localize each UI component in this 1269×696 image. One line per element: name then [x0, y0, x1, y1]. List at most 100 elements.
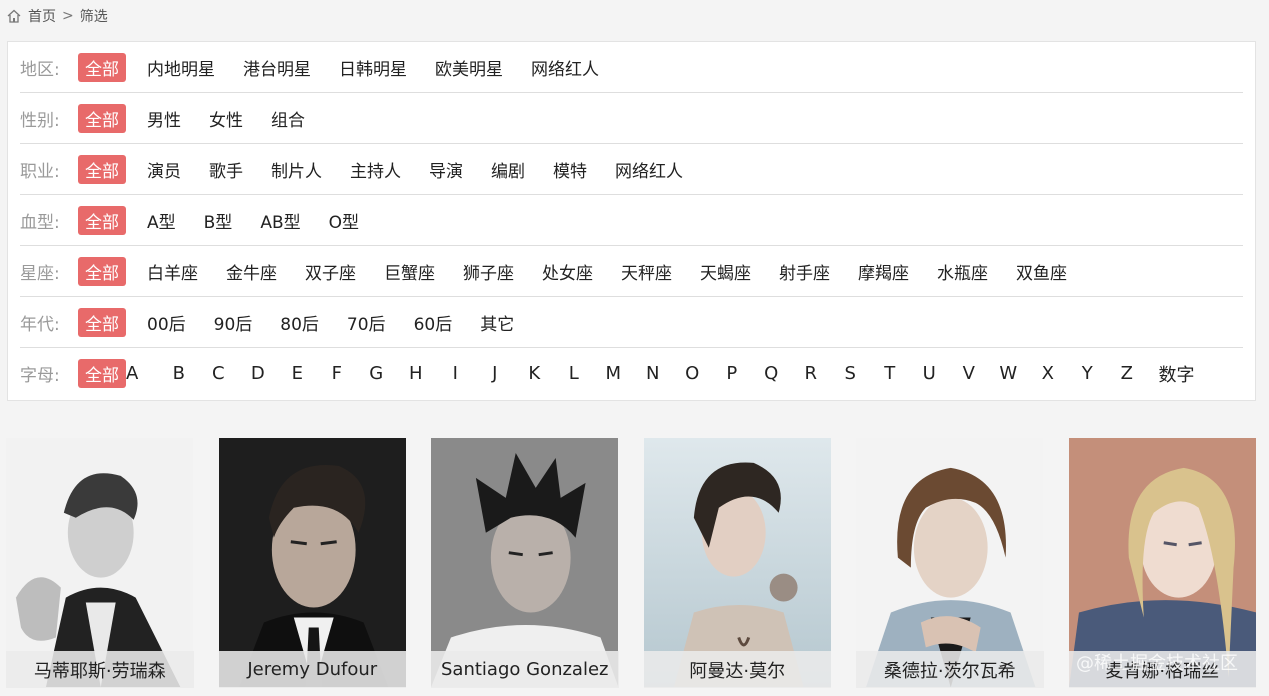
filter-option[interactable]: 摩羯座: [858, 259, 909, 284]
star-card[interactable]: Santiago Gonzalez: [431, 438, 619, 688]
star-card[interactable]: 马蒂耶斯·劳瑞森: [6, 438, 194, 688]
star-card[interactable]: 桑德拉·茨尔瓦希: [856, 438, 1044, 688]
filter-option[interactable]: 日韩明星: [339, 55, 407, 80]
filter-option[interactable]: 处女座: [542, 259, 593, 284]
filter-option[interactable]: 内地明星: [147, 55, 215, 80]
filter-option[interactable]: F: [317, 363, 357, 384]
filter-option[interactable]: G: [357, 363, 397, 384]
filter-option[interactable]: 编剧: [491, 157, 525, 182]
filter-option[interactable]: 白羊座: [147, 259, 198, 284]
filter-option[interactable]: 60后: [414, 310, 453, 335]
filter-option[interactable]: J: [475, 363, 515, 384]
filter-option[interactable]: 天秤座: [621, 259, 672, 284]
filter-option[interactable]: 主持人: [350, 157, 401, 182]
filter-option[interactable]: 模特: [553, 157, 587, 182]
filter-option[interactable]: C: [199, 363, 239, 384]
filter-option[interactable]: 双鱼座: [1016, 259, 1067, 284]
filter-option[interactable]: W: [989, 363, 1029, 384]
filter-option[interactable]: T: [870, 363, 910, 384]
filter-option[interactable]: 70后: [347, 310, 386, 335]
filter-option[interactable]: A: [126, 363, 159, 384]
filter-option-all[interactable]: 全部: [78, 103, 126, 133]
star-card[interactable]: 阿曼达·莫尔: [643, 438, 831, 688]
star-photo: [218, 438, 406, 688]
watermark: @稀土掘金技术社区: [1076, 653, 1238, 674]
filter-option[interactable]: 水瓶座: [937, 259, 988, 284]
filter-option[interactable]: 其它: [480, 310, 514, 335]
filter-option[interactable]: 歌手: [209, 157, 243, 182]
filter-option[interactable]: 00后: [147, 310, 186, 335]
filter-label: 地区:: [20, 59, 60, 80]
filter-option[interactable]: 制片人: [271, 157, 322, 182]
filter-option[interactable]: K: [515, 363, 555, 384]
filter-option-all[interactable]: 全部: [78, 256, 126, 286]
home-icon[interactable]: [6, 8, 22, 24]
star-card-list: 马蒂耶斯·劳瑞森 Jeremy Dufour Santiago Gonzalez: [6, 438, 1256, 688]
filter-option[interactable]: 巨蟹座: [384, 259, 435, 284]
filter-option[interactable]: M: [594, 363, 634, 384]
filter-option[interactable]: R: [791, 363, 831, 384]
star-photo: [431, 438, 619, 688]
filter-option[interactable]: H: [396, 363, 436, 384]
breadcrumb-current: 筛选: [79, 9, 108, 25]
filter-option[interactable]: D: [238, 363, 278, 384]
filter-label: 字母:: [20, 366, 60, 386]
filter-option[interactable]: 网络红人: [531, 55, 599, 80]
filter-option[interactable]: X: [1028, 363, 1068, 384]
filter-option[interactable]: U: [910, 363, 950, 384]
breadcrumb-separator: >: [62, 8, 74, 24]
filter-option-all[interactable]: 全部: [78, 205, 126, 235]
filter-option[interactable]: Q: [752, 363, 792, 384]
filter-option[interactable]: 男性: [147, 106, 181, 131]
star-card[interactable]: 麦肯娜·格瑞丝 @稀土掘金技术社区: [1068, 438, 1256, 688]
filter-label: 年代:: [20, 314, 60, 335]
filter-option[interactable]: 天蝎座: [700, 259, 751, 284]
filter-row-region: 地区: 全部 内地明星 港台明星 日韩明星 欧美明星 网络红人: [20, 42, 1243, 93]
filter-label: 性别:: [20, 110, 60, 131]
filter-option[interactable]: 90后: [214, 310, 253, 335]
breadcrumb-home-link[interactable]: 首页: [28, 6, 56, 26]
filter-option[interactable]: E: [278, 363, 318, 384]
filter-option[interactable]: 欧美明星: [435, 55, 503, 80]
filter-option-all[interactable]: 全部: [78, 52, 126, 82]
filter-option[interactable]: 射手座: [779, 259, 830, 284]
filter-option[interactable]: I: [436, 363, 476, 384]
star-name: 阿曼达·莫尔: [643, 651, 831, 688]
filter-row-occupation: 职业: 全部 演员 歌手 制片人 主持人 导演 编剧 模特 网络红人: [20, 144, 1243, 195]
filter-option[interactable]: O: [673, 363, 713, 384]
filter-panel: 地区: 全部 内地明星 港台明星 日韩明星 欧美明星 网络红人 性别: 全部 男…: [7, 41, 1256, 401]
filter-label: 星座:: [20, 263, 60, 284]
filter-option[interactable]: Y: [1068, 363, 1108, 384]
filter-option[interactable]: 女性: [209, 106, 243, 131]
filter-row-constellation: 星座: 全部 白羊座 金牛座 双子座 巨蟹座 狮子座 处女座 天秤座 天蝎座 射…: [20, 246, 1243, 297]
filter-option[interactable]: 网络红人: [615, 157, 683, 182]
filter-row-blood-type: 血型: 全部 A型 B型 AB型 O型: [20, 195, 1243, 246]
filter-option-all[interactable]: 全部: [78, 359, 126, 388]
filter-option[interactable]: 演员: [147, 157, 181, 182]
filter-option[interactable]: A型: [147, 208, 176, 233]
filter-option-all[interactable]: 全部: [78, 154, 126, 184]
filter-option[interactable]: B型: [204, 208, 233, 233]
filter-option[interactable]: S: [831, 363, 871, 384]
filter-option[interactable]: P: [712, 363, 752, 384]
star-photo: [6, 438, 194, 688]
filter-option[interactable]: AB型: [260, 208, 300, 233]
filter-option[interactable]: 金牛座: [226, 259, 277, 284]
star-card[interactable]: Jeremy Dufour: [218, 438, 406, 688]
filter-option[interactable]: 港台明星: [243, 55, 311, 80]
filter-option[interactable]: 狮子座: [463, 259, 514, 284]
filter-option[interactable]: 双子座: [305, 259, 356, 284]
filter-option[interactable]: 80后: [280, 310, 319, 335]
filter-option[interactable]: L: [554, 363, 594, 384]
filter-option[interactable]: O型: [329, 208, 359, 233]
letter-options: A B C D E F G H I J K L M N O P Q R S T …: [126, 361, 1195, 387]
filter-option[interactable]: V: [949, 363, 989, 384]
star-name: Santiago Gonzalez: [431, 651, 619, 688]
filter-option[interactable]: Z: [1107, 363, 1147, 384]
filter-option[interactable]: N: [633, 363, 673, 384]
filter-option[interactable]: B: [159, 363, 199, 384]
filter-option-number[interactable]: 数字: [1159, 361, 1195, 387]
filter-option[interactable]: 导演: [429, 157, 463, 182]
filter-option-all[interactable]: 全部: [78, 307, 126, 337]
filter-option[interactable]: 组合: [271, 106, 305, 131]
